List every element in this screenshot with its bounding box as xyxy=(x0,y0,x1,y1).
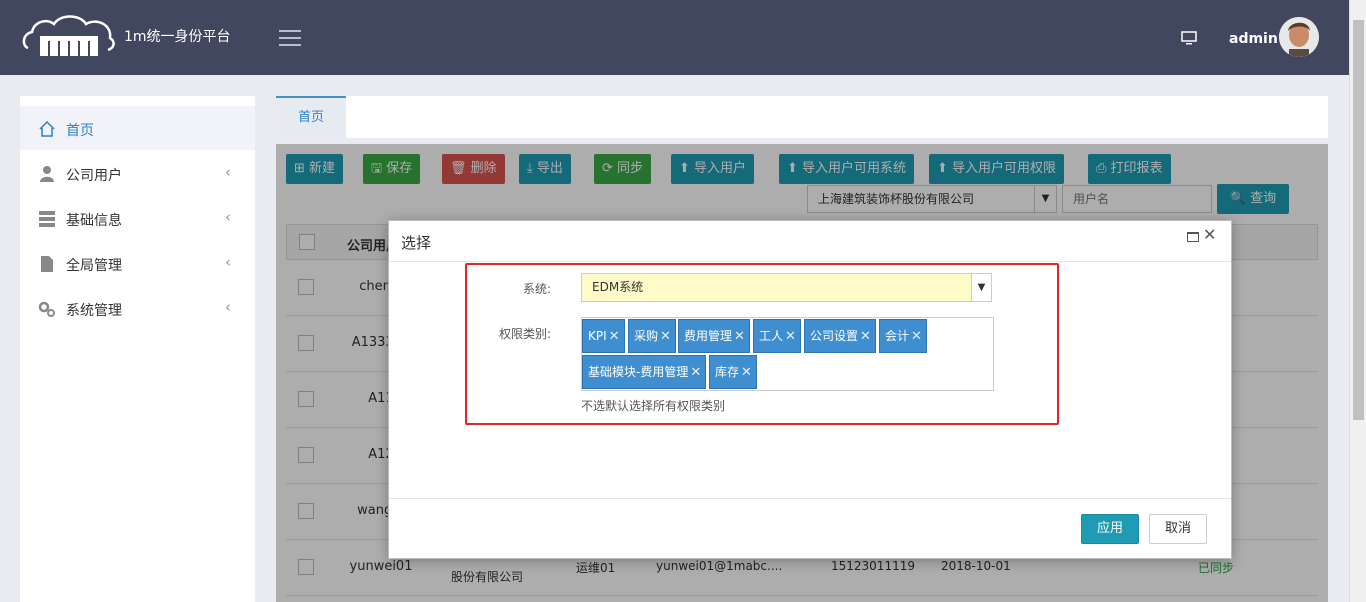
permission-multiselect[interactable]: KPI ✕ 采购 ✕ 费用管理 ✕ 工人 ✕ 公司设置 ✕ 会计 ✕ 基础模块-费用管理 ✕ … xyxy=(581,317,994,391)
apply-button[interactable]: 应用 xyxy=(1081,514,1139,544)
cancel-button[interactable]: 取消 xyxy=(1149,514,1207,544)
remove-tag-icon[interactable]: ✕ xyxy=(785,329,796,344)
sidebar-item-label: 公司用户 xyxy=(66,168,122,184)
file-icon xyxy=(41,256,53,272)
tag-label: 库存 xyxy=(715,365,740,379)
dialog-divider xyxy=(389,498,1231,499)
permission-tag[interactable]: 公司设置 ✕ xyxy=(804,319,876,353)
sidebar-item-home[interactable]: 首页 xyxy=(20,106,255,150)
page-scrollbar[interactable] xyxy=(1349,0,1366,602)
sidebar-item-company-users[interactable]: 公司用户 ‹ xyxy=(20,151,255,195)
remove-tag-icon[interactable]: ✕ xyxy=(734,329,745,344)
sidebar-item-label: 基础信息 xyxy=(66,213,122,229)
tag-label: 基础模块-费用管理 xyxy=(588,365,689,379)
gears-icon xyxy=(38,301,55,317)
maximize-icon[interactable] xyxy=(1187,232,1199,242)
app-title: 1m统一身份平台 xyxy=(124,29,231,45)
user-icon xyxy=(40,166,54,182)
remove-tag-icon[interactable]: ✕ xyxy=(911,329,922,344)
monitor-icon[interactable] xyxy=(1181,31,1197,45)
sidebar-item-global-management[interactable]: 全局管理 ‹ xyxy=(20,241,255,285)
avatar[interactable] xyxy=(1279,17,1319,57)
sidebar-item-label: 首页 xyxy=(66,123,94,139)
permission-tag[interactable]: 会计 ✕ xyxy=(879,319,927,353)
chevron-left-icon: ‹ xyxy=(225,163,231,181)
user-name[interactable]: admin xyxy=(1229,31,1278,47)
permission-hint: 不选默认选择所有权限类别 xyxy=(581,399,726,413)
tag-label: 公司设置 xyxy=(810,329,859,343)
permission-tag[interactable]: 库存 ✕ xyxy=(709,355,757,389)
tag-label: 费用管理 xyxy=(684,329,733,343)
permission-label: 权限类别: xyxy=(499,327,552,341)
permission-tag[interactable]: 工人 ✕ xyxy=(753,319,801,353)
system-select[interactable]: EDM系统 ▼ xyxy=(581,273,992,302)
permission-tag[interactable]: 费用管理 ✕ xyxy=(678,319,750,353)
chevron-down-icon: ▼ xyxy=(971,274,991,301)
sidebar-item-system-management[interactable]: 系统管理 ‹ xyxy=(20,286,255,330)
home-icon xyxy=(39,120,55,137)
remove-tag-icon[interactable]: ✕ xyxy=(741,365,752,380)
chevron-left-icon: ‹ xyxy=(225,208,231,226)
chevron-left-icon: ‹ xyxy=(225,298,231,316)
tab-bar: 首页 xyxy=(276,96,1328,138)
remove-tag-icon[interactable]: ✕ xyxy=(609,329,620,344)
menu-toggle-icon[interactable] xyxy=(279,30,301,46)
tag-label: 会计 xyxy=(885,329,910,343)
sidebar-item-basic-info[interactable]: 基础信息 ‹ xyxy=(20,196,255,240)
tab-home[interactable]: 首页 xyxy=(276,96,346,138)
sidebar: 首页 公司用户 ‹ 基础信息 ‹ 全局管理 ‹ 系统管理 ‹ xyxy=(20,96,255,602)
remove-tag-icon[interactable]: ✕ xyxy=(660,329,671,344)
system-value: EDM系统 xyxy=(592,280,644,294)
tag-label: 采购 xyxy=(634,329,659,343)
permission-tag[interactable]: KPI ✕ xyxy=(582,319,625,353)
remove-tag-icon[interactable]: ✕ xyxy=(690,365,701,380)
logo xyxy=(22,15,115,56)
sidebar-item-label: 全局管理 xyxy=(66,258,122,274)
dialog-header: 选择 ✕ xyxy=(389,221,1231,262)
system-label: 系统: xyxy=(523,282,552,296)
permission-tag[interactable]: 基础模块-费用管理 ✕ xyxy=(582,355,707,389)
tag-label: 工人 xyxy=(759,329,784,343)
remove-tag-icon[interactable]: ✕ xyxy=(860,329,871,344)
close-icon[interactable]: ✕ xyxy=(1203,225,1216,244)
server-icon xyxy=(39,211,55,227)
permission-tag[interactable]: 采购 ✕ xyxy=(628,319,676,353)
chevron-left-icon: ‹ xyxy=(225,253,231,271)
top-header: 1m统一身份平台 admin xyxy=(0,0,1366,75)
select-dialog: 选择 ✕ 系统: EDM系统 ▼ 权限类别: KPI ✕ 采购 ✕ 费用管理 ✕ 工人… xyxy=(388,220,1232,559)
sidebar-item-label: 系统管理 xyxy=(66,303,122,319)
tag-label: KPI xyxy=(588,329,607,343)
dialog-title: 选择 xyxy=(401,234,432,252)
